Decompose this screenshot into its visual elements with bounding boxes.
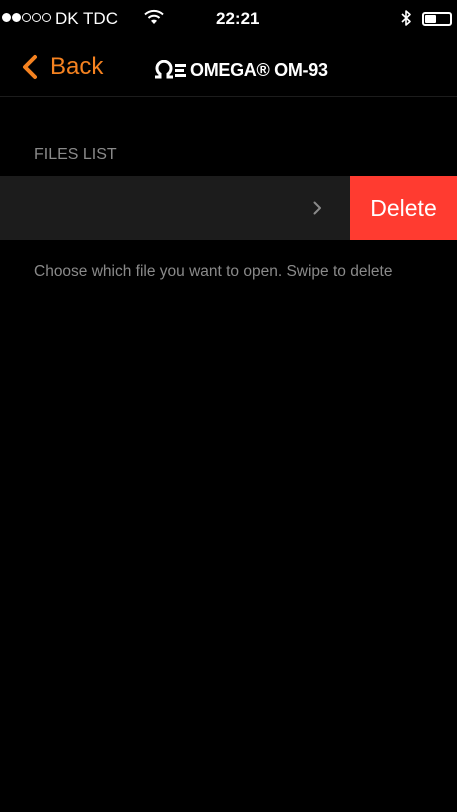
files-list-header: FILES LIST [34,146,117,163]
wifi-icon [144,9,164,24]
carrier-name: DK TDC [55,9,118,28]
files-hint-text: Choose which file you want to open. Swip… [34,263,393,280]
screen: DK TDC 22:21 Back OMEGA® OM-93 FILES LIS… [0,0,457,812]
file-list-item[interactable]: Delete [0,176,457,240]
signal-strength-icon [2,13,51,22]
status-bar: DK TDC 22:21 [0,0,457,40]
omega-logo-icon [155,60,186,79]
battery-icon [422,12,452,26]
navigation-bar: Back OMEGA® OM-93 [0,40,457,97]
brand-title: OMEGA® OM-93 [152,56,328,84]
chevron-left-icon [23,55,37,79]
status-time: 22:21 [216,9,260,28]
chevron-right-icon [313,201,321,215]
bluetooth-icon [401,10,411,26]
delete-button[interactable]: Delete [350,176,457,240]
back-button[interactable]: Back [20,52,103,82]
back-label: Back [50,53,104,80]
brand-name: OMEGA® OM-93 [190,59,328,80]
